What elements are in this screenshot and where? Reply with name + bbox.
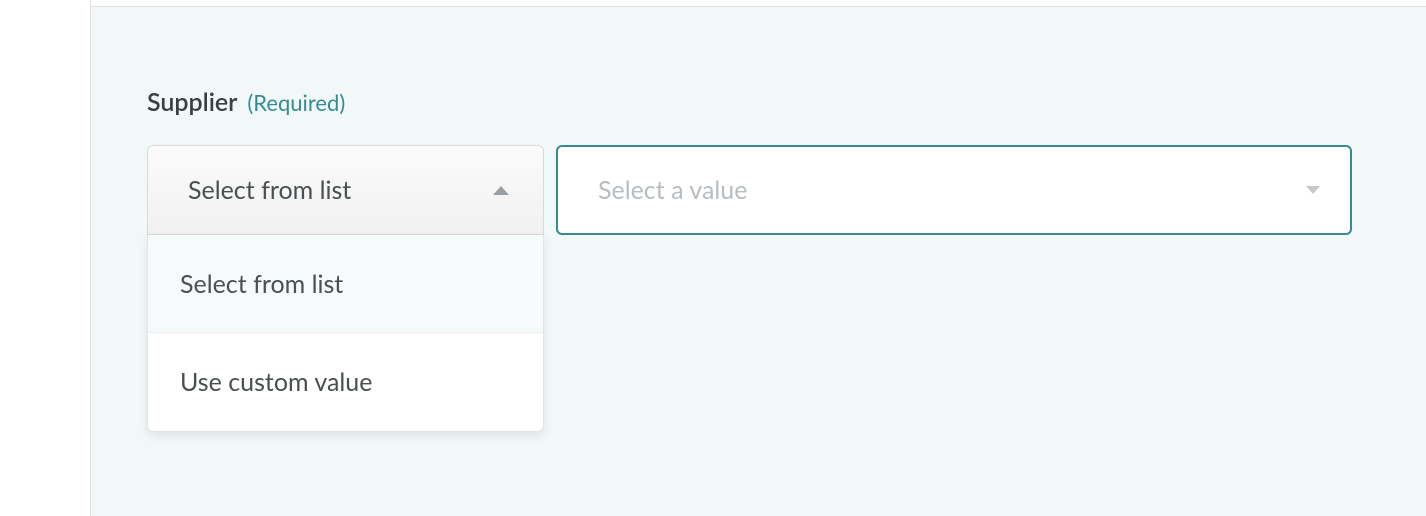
field-label: Supplier [147,87,237,117]
source-mode-option[interactable]: Select from list [148,235,543,333]
source-mode-menu: Select from list Use custom value [147,235,544,432]
source-mode-current-label: Select from list [188,175,351,205]
value-select-placeholder: Select a value [598,175,747,205]
chevron-down-icon [1306,186,1320,194]
source-mode-option[interactable]: Use custom value [148,333,543,431]
chevron-up-icon [493,186,509,195]
source-mode-option-label: Use custom value [180,367,372,397]
field-label-row: Supplier (Required) [147,87,1370,117]
controls-row: Select from list Select from list Use cu… [147,145,1370,235]
source-mode-button[interactable]: Select from list [147,145,544,235]
form-panel: Supplier (Required) Select from list Sel… [91,6,1426,516]
value-select[interactable]: Select a value [556,145,1352,235]
source-mode-dropdown: Select from list Select from list Use cu… [147,145,544,235]
source-mode-option-label: Select from list [180,269,343,299]
left-gutter [0,0,90,516]
field-required-badge: (Required) [247,89,345,116]
